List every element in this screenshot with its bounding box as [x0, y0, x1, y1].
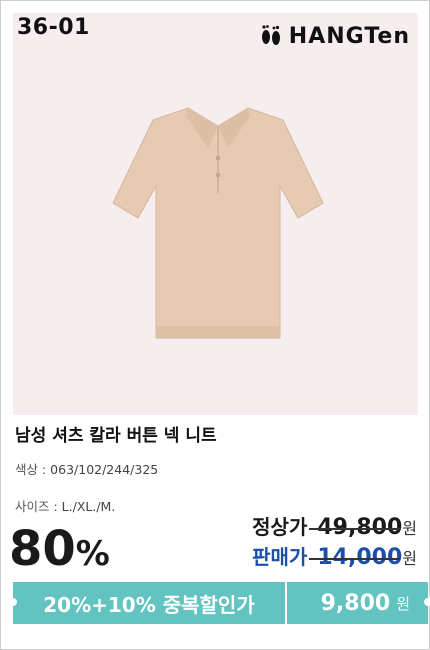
- banner-dot-left: [9, 598, 17, 606]
- coupon-banner[interactable]: 20%+10% 중복할인가 9,800 원: [9, 582, 430, 624]
- product-image[interactable]: 36-01 HANGTen: [13, 13, 418, 415]
- regular-price-label: 정상가: [252, 515, 308, 539]
- sale-price-label: 판매가: [252, 545, 308, 569]
- size-values: L./XL./M.: [61, 499, 116, 514]
- size-label: 사이즈 :: [15, 499, 58, 514]
- sale-price-row: 판매가 14,000원: [252, 541, 417, 570]
- sale-price-value: 14,000: [317, 545, 403, 570]
- discount-unit: %: [75, 534, 110, 574]
- coupon-text: 20%+10% 중복할인가: [43, 592, 255, 617]
- regular-price-value: 49,800: [317, 515, 403, 540]
- knit-polo-shirt-image: [112, 107, 324, 339]
- discount-value: 80: [9, 521, 76, 577]
- brand-logo: HANGTen: [259, 23, 410, 49]
- color-values: 063/102/244/325: [50, 462, 159, 477]
- color-label: 색상 :: [15, 462, 47, 477]
- banner-dot-right: [424, 598, 430, 606]
- coupon-currency: 원: [396, 594, 410, 613]
- footprints-icon: [261, 25, 280, 45]
- product-card[interactable]: 36-01 HANGTen 남성 셔츠 칼라 버튼 넥 니트 색상 : 063/…: [0, 0, 430, 650]
- size-info: 사이즈 : L./XL./M.: [15, 496, 115, 515]
- brand-name: HANGTen: [288, 23, 410, 49]
- sale-price-currency: 원: [402, 549, 417, 568]
- coupon-price: 9,800: [320, 590, 391, 616]
- color-info: 색상 : 063/102/244/325: [15, 459, 158, 478]
- regular-price-row: 정상가 49,800원: [252, 511, 417, 540]
- product-code: 36-01: [17, 15, 90, 40]
- discount-rate: 80%: [9, 525, 110, 573]
- product-title[interactable]: 남성 셔츠 칼라 버튼 넥 니트: [15, 421, 217, 446]
- regular-price-currency: 원: [402, 519, 417, 538]
- coupon-banner-price: 9,800 원: [287, 582, 430, 624]
- coupon-banner-label: 20%+10% 중복할인가: [9, 582, 285, 624]
